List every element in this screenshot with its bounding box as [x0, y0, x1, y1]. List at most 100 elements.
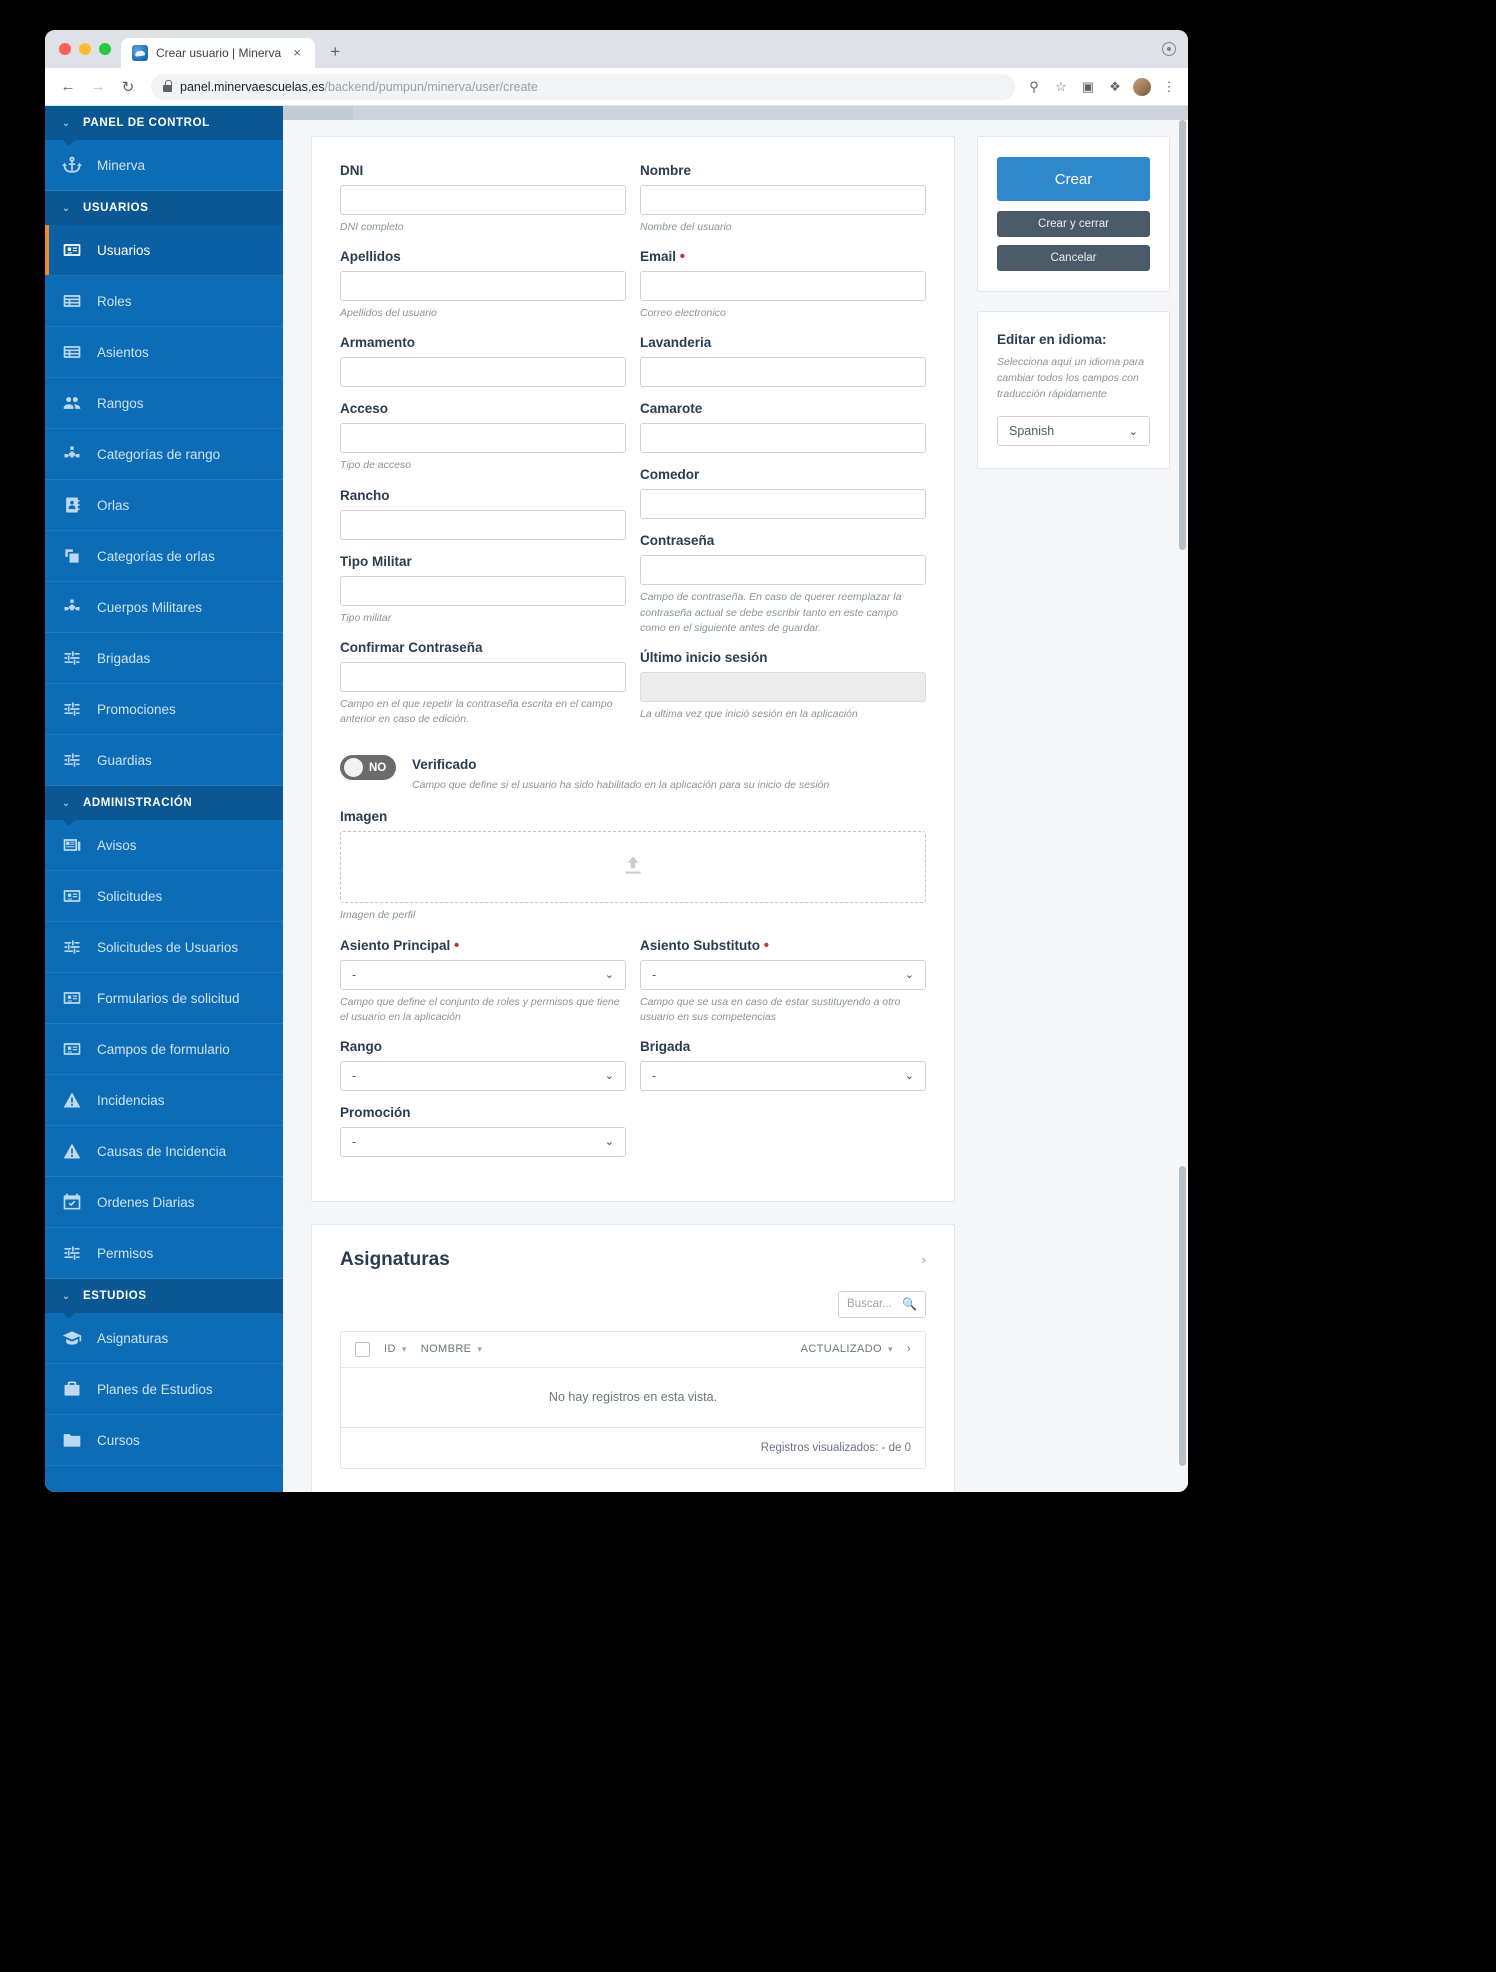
select-asiento-substituto[interactable]: - ⌄ — [640, 959, 926, 990]
top-strip — [283, 106, 1188, 120]
column-header-nombre[interactable]: NOMBRE ▾ — [421, 1343, 483, 1355]
empty-state-message: No hay registros en esta vista. — [341, 1368, 925, 1428]
sidebar-item-label: Solicitudes de Usuarios — [97, 939, 239, 955]
input-email[interactable] — [640, 271, 926, 302]
sidebar-item-usuarios[interactable]: Usuarios — [45, 225, 283, 276]
column-settings-icon[interactable]: › — [907, 1343, 911, 1355]
sidebar-item-causas-de-incidencia[interactable]: Causas de Incidencia — [45, 1126, 283, 1177]
close-window-button[interactable] — [59, 43, 71, 55]
sidebar-section-estudios[interactable]: ⌄ ESTUDIOS — [45, 1279, 283, 1319]
language-title: Editar en idioma: — [997, 332, 1107, 347]
sidebar-item-label: Avisos — [97, 837, 137, 853]
window-more-icon[interactable] — [1162, 42, 1176, 56]
address-bar[interactable]: panel.minervaescuelas.es/backend/pumpun/… — [151, 73, 1015, 100]
input-rancho[interactable] — [340, 509, 626, 540]
sidebar-item-minerva[interactable]: Minerva — [45, 140, 283, 191]
page-scrollbar-lower[interactable] — [1179, 1166, 1186, 1466]
sidebar-item-label: Promociones — [97, 701, 176, 717]
sidebar-item-asignaturas[interactable]: Asignaturas — [45, 1313, 283, 1364]
sidebar-item-asientos[interactable]: Asientos — [45, 327, 283, 378]
chevron-right-icon[interactable]: › — [922, 1252, 926, 1267]
language-select[interactable]: Spanish ⌄ — [997, 416, 1150, 447]
create-and-close-button[interactable]: Crear y cerrar — [997, 211, 1150, 237]
password-key-icon[interactable]: ⚲ — [1025, 78, 1043, 96]
input-dni[interactable] — [340, 185, 626, 215]
sidebar-item-guardias[interactable]: Guardias — [45, 735, 283, 786]
sidebar-item-ordenes-diarias[interactable]: Ordenes Diarias — [45, 1177, 283, 1228]
profile-avatar-icon[interactable] — [1133, 77, 1151, 96]
input-contrasena[interactable] — [640, 555, 926, 586]
page-scrollbar[interactable] — [1179, 120, 1186, 550]
input-acceso[interactable] — [340, 423, 626, 454]
required-marker-email: • — [679, 248, 686, 266]
field-tipo-militar: Tipo Militar Tipo militar — [340, 554, 626, 626]
select-asiento-principal[interactable]: - ⌄ — [340, 959, 626, 990]
list-box-icon — [61, 341, 83, 363]
sidebar-section-usuarios[interactable]: ⌄ USUARIOS — [45, 191, 283, 231]
field-confirmar-contrasena: Confirmar Contraseña Campo en el que rep… — [340, 640, 626, 727]
browser-menu-icon[interactable]: ⋮ — [1160, 78, 1178, 96]
sidebar-item-permisos[interactable]: Permisos — [45, 1228, 283, 1279]
column-header-id[interactable]: ID ▾ — [384, 1343, 407, 1355]
sidebar-item-rangos[interactable]: Rangos — [45, 378, 283, 429]
sidebar-item-solicitudes[interactable]: Solicitudes — [45, 871, 283, 922]
select-brigada[interactable]: - ⌄ — [640, 1060, 926, 1091]
label-comedor: Comedor — [640, 467, 700, 483]
sidebar-item-planes-de-estudios[interactable]: Planes de Estudios — [45, 1364, 283, 1415]
column-header-actualizado[interactable]: ACTUALIZADO ▾ — [801, 1343, 893, 1355]
sidebar-item-incidencias[interactable]: Incidencias — [45, 1075, 283, 1126]
input-camarote[interactable] — [640, 423, 926, 454]
sidebar-item-solicitudes-de-usuarios[interactable]: Solicitudes de Usuarios — [45, 922, 283, 973]
select-rango[interactable]: - ⌄ — [340, 1060, 626, 1091]
new-tab-button[interactable]: + — [321, 38, 349, 66]
input-lavanderia[interactable] — [640, 357, 926, 388]
search-input[interactable]: Buscar... 🔍 — [838, 1290, 926, 1318]
field-promocion: Promoción - ⌄ — [340, 1105, 626, 1157]
cancel-button[interactable]: Cancelar — [997, 245, 1150, 271]
minimize-window-button[interactable] — [79, 43, 91, 55]
camera-icon[interactable]: ▣ — [1079, 78, 1097, 96]
sidebar-item-avisos[interactable]: Avisos — [45, 820, 283, 871]
sidebar-item-cursos[interactable]: Cursos — [45, 1415, 283, 1466]
sidebar-item-cuerpos-militares[interactable]: Cuerpos Militares — [45, 582, 283, 633]
sidebar-item-categor-as-de-orlas[interactable]: Categorías de orlas — [45, 531, 283, 582]
left-column: DNI DNI completo Apellidos Apellidos del… — [311, 136, 955, 1492]
verificado-toggle[interactable]: NO — [340, 755, 396, 781]
sidebar-item-categor-as-de-rango[interactable]: Categorías de rango — [45, 429, 283, 480]
sidebar-item-promociones[interactable]: Promociones — [45, 684, 283, 735]
close-tab-icon[interactable]: × — [289, 45, 305, 61]
reload-button[interactable]: ↻ — [115, 74, 141, 100]
back-button[interactable]: ← — [55, 74, 81, 100]
forward-button[interactable]: → — [85, 74, 111, 100]
input-confirmar-contrasena[interactable] — [340, 661, 626, 692]
sidebar-section-label: USUARIOS — [83, 202, 149, 214]
magnifier-icon[interactable]: 🔍 — [902, 1297, 917, 1311]
sidebar-item-brigadas[interactable]: Brigadas — [45, 633, 283, 684]
sidebar-item-orlas[interactable]: Orlas — [45, 480, 283, 531]
bookmark-star-icon[interactable]: ☆ — [1052, 78, 1070, 96]
input-tipo-militar[interactable] — [340, 575, 626, 606]
help-nombre: Nombre del usuario — [640, 221, 732, 233]
select-all-checkbox[interactable] — [355, 1341, 370, 1357]
image-dropzone[interactable] — [340, 831, 926, 904]
sidebar-section-panel-de-control[interactable]: ⌄ PANEL DE CONTROL — [45, 106, 283, 146]
lock-icon — [163, 80, 173, 92]
maximize-window-button[interactable] — [99, 43, 111, 55]
label-asiento-principal: Asiento Principal • — [340, 938, 626, 953]
contact-book-icon — [61, 494, 83, 516]
create-button[interactable]: Crear — [997, 157, 1150, 201]
sidebar-item-campos-de-formulario[interactable]: Campos de formulario — [45, 1024, 283, 1075]
browser-tab[interactable]: Crear usuario | Minerva × — [121, 38, 316, 68]
input-nombre[interactable] — [640, 185, 926, 215]
select-promocion[interactable]: - ⌄ — [340, 1126, 626, 1157]
label-armamento: Armamento — [340, 335, 416, 351]
input-comedor[interactable] — [640, 489, 926, 520]
sidebar-item-roles[interactable]: Roles — [45, 276, 283, 327]
extensions-puzzle-icon[interactable]: ❖ — [1106, 78, 1124, 96]
input-apellidos[interactable] — [340, 271, 626, 302]
sidebar-item-formularios-de-solicitud[interactable]: Formularios de solicitud — [45, 973, 283, 1024]
input-armamento[interactable] — [340, 357, 626, 388]
sidebar-item-label: Roles — [97, 293, 132, 309]
sidebar-section-administración[interactable]: ⌄ ADMINISTRACIÓN — [45, 786, 283, 826]
label-asiento-substituto: Asiento Substituto • — [640, 938, 926, 953]
